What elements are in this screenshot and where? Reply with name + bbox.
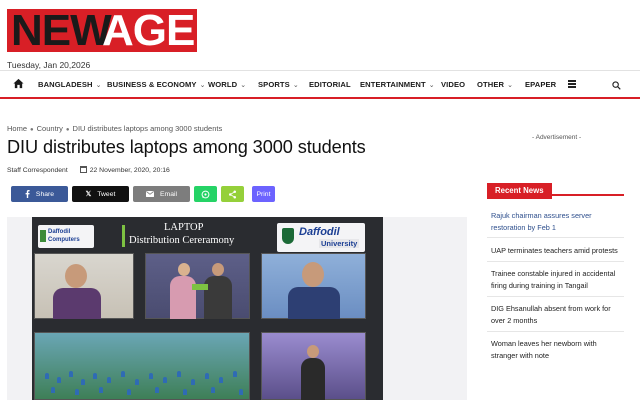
hamburger-menu-icon[interactable]	[568, 80, 576, 88]
recent-news-item[interactable]: UAP terminates teachers amid protests	[491, 245, 624, 257]
video-panel-students	[34, 332, 250, 400]
slide-title-line2: Distribution Cereramony	[129, 235, 235, 246]
video-conference-slide: Daffodil Computers LAPTOP Distribution C…	[32, 217, 383, 400]
video-panel-speaker-2	[261, 253, 366, 319]
daffodil-university-logo: Daffodil University	[277, 223, 365, 252]
chevron-down-icon: ⌄	[199, 82, 206, 89]
video-panel-speaker-1	[34, 253, 134, 319]
recent-news-item[interactable]: Rajuk chairman assures server restoratio…	[491, 210, 624, 234]
recent-news-item[interactable]: Woman leaves her newborn with stranger w…	[491, 338, 624, 362]
chevron-down-icon: ⌄	[428, 82, 435, 89]
nav-item-entertainment[interactable]: ENTERTAINMENT ⌄	[360, 80, 435, 89]
email-icon	[146, 191, 154, 197]
print-button[interactable]: Print	[252, 186, 275, 202]
chevron-down-icon: ⌄	[240, 82, 247, 89]
breadcrumb-separator-icon: ●	[65, 127, 70, 133]
whatsapp-icon	[201, 190, 210, 198]
recent-news-item[interactable]: Trainee constable injured in accidental …	[491, 268, 624, 292]
facebook-icon	[25, 190, 30, 198]
divider	[487, 237, 624, 238]
advertisement-label: - Advertisement -	[532, 134, 582, 141]
email-share-button[interactable]: Email	[133, 186, 190, 202]
slide-title-line1: LAPTOP	[164, 222, 204, 233]
whatsapp-share-button[interactable]	[194, 186, 217, 202]
daffodil-computers-logo: Daffodil Computers	[38, 225, 94, 248]
video-panel-handover	[145, 253, 250, 319]
site-logo[interactable]: NEW AGE	[7, 9, 197, 52]
recent-news-header: Recent News	[487, 180, 624, 199]
recent-news-item[interactable]: DIG Ehsanullah absent from work for over…	[491, 303, 624, 327]
main-navigation: BANGLADESH ⌄ BUSINESS & ECONOMY ⌄ WORLD ⌄ S…	[0, 70, 640, 99]
home-icon[interactable]	[13, 78, 24, 89]
calendar-icon	[79, 166, 87, 173]
chevron-down-icon: ⌄	[292, 82, 299, 89]
nav-item-sports[interactable]: SPORTS ⌄	[258, 80, 299, 89]
nav-item-other[interactable]: OTHER ⌄	[477, 80, 513, 89]
article-featured-image: Daffodil Computers LAPTOP Distribution C…	[7, 217, 467, 400]
article-title: DIU distributes laptops among 3000 stude…	[7, 137, 366, 157]
nav-item-world[interactable]: WORLD ⌄	[208, 80, 246, 89]
chevron-down-icon: ⌄	[95, 82, 102, 89]
divider	[487, 296, 624, 297]
divider	[487, 331, 624, 332]
breadcrumb-separator-icon: ●	[30, 127, 34, 133]
logo-text-age: AGE	[102, 9, 195, 52]
breadcrumb-section[interactable]: Country	[37, 124, 63, 133]
x-icon: 𝕏	[85, 191, 92, 198]
article-date: 22 November, 2020, 20:16	[89, 167, 170, 174]
recent-news-heading: Recent News	[487, 183, 552, 199]
article-meta: Staff Correspondent 22 November, 2020, 20…	[7, 166, 170, 174]
nav-item-epaper[interactable]: EPAPER	[525, 80, 556, 89]
breadcrumb-current: DIU distributes laptops among 3000 stude…	[72, 124, 223, 133]
logo-text-new: NEW	[11, 9, 112, 52]
header-date: Tuesday, Jan 20,2026	[7, 60, 91, 70]
twitter-share-button[interactable]: 𝕏 Tweet	[72, 186, 129, 202]
facebook-share-button[interactable]: Share	[11, 186, 68, 202]
divider	[487, 261, 624, 262]
nav-item-business-economy[interactable]: BUSINESS & ECONOMY ⌄	[107, 80, 206, 89]
chevron-down-icon: ⌄	[507, 82, 514, 89]
nav-item-bangladesh[interactable]: BANGLADESH ⌄	[38, 80, 102, 89]
article-author[interactable]: Staff Correspondent	[7, 167, 68, 174]
nav-item-video[interactable]: VIDEO	[441, 80, 465, 89]
breadcrumb-home[interactable]: Home	[7, 124, 27, 133]
video-panel-speaker-3	[261, 332, 366, 400]
sharethis-button[interactable]	[221, 186, 244, 202]
share-icon	[228, 190, 237, 198]
breadcrumb: Home ● Country ● DIU distributes laptops amo…	[7, 124, 222, 133]
nav-item-editorial[interactable]: EDITORIAL	[309, 80, 351, 89]
search-icon[interactable]	[612, 81, 621, 90]
